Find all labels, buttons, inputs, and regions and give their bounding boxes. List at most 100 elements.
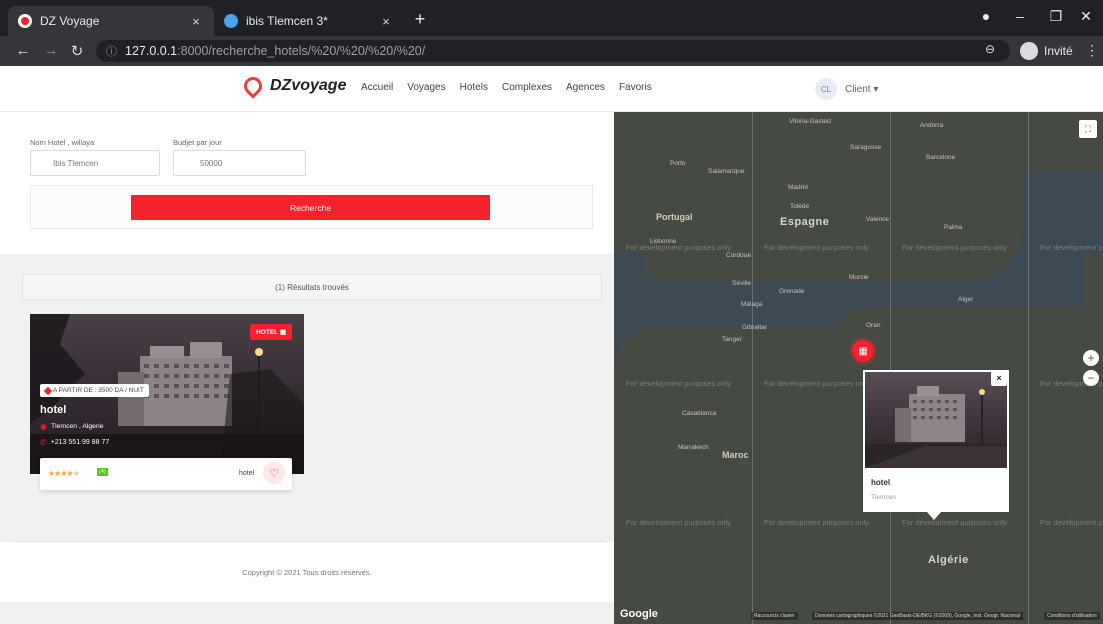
site-viewport: DZvoyage Accueil Voyages Hotels Complexe…: [0, 66, 1103, 624]
results-panel: Nom Hotel , willaya Ibis Tlemcen Budjet …: [0, 112, 614, 624]
map-label: Casablanca: [682, 410, 717, 417]
map-label: Murcie: [849, 274, 869, 281]
menu-item-accueil[interactable]: Accueil: [361, 82, 393, 93]
dev-watermark: For development purposes only: [626, 518, 732, 527]
phone-text: +213 551 99 88 77: [50, 439, 110, 446]
logo-text: DZvoyage: [270, 77, 347, 94]
map-info-window: × hotel Tlemcen: [863, 370, 1009, 512]
search-button-container: Recherche: [30, 185, 593, 229]
map-label: Marrakech: [678, 444, 709, 451]
map-label: Tolède: [790, 203, 810, 210]
search-panel: Nom Hotel , willaya Ibis Tlemcen Budjet …: [0, 112, 614, 254]
address-bar[interactable]: ⓘ 127.0.0.1 :8000/recherche_hotels/%20/%…: [96, 40, 1010, 62]
dev-watermark: For development purposes only: [626, 379, 732, 388]
tab-dz-voyage[interactable]: DZ Voyage ×: [8, 6, 214, 36]
hotel-map-marker[interactable]: ▦: [852, 340, 874, 362]
star-empty-icon: ★: [72, 469, 80, 478]
map-label: Málaga: [741, 301, 763, 308]
map-label: Séville: [732, 280, 752, 287]
hotel-name-input[interactable]: Ibis Tlemcen: [30, 150, 160, 176]
browser-toolbar: ← → ↻ ⓘ 127.0.0.1 :8000/recherche_hotels…: [0, 36, 1103, 66]
tab-close-icon[interactable]: ×: [188, 14, 204, 29]
hotel-title[interactable]: hotel: [40, 404, 66, 416]
map-label: Espagne: [780, 216, 830, 228]
map-label: Salamanque: [708, 168, 745, 175]
new-tab-button[interactable]: +: [410, 9, 430, 30]
menu-item-voyages[interactable]: Voyages: [407, 82, 445, 93]
terms-link[interactable]: Conditions d'utilisation: [1044, 612, 1100, 620]
profile-indicator-icon[interactable]: ●: [976, 8, 996, 24]
popup-title[interactable]: hotel: [871, 478, 890, 487]
url-host: 127.0.0.1: [125, 44, 178, 58]
zoom-icon[interactable]: ⊖: [985, 42, 995, 56]
reload-icon[interactable]: ↻: [68, 42, 86, 60]
price-text: A PARTIR DE : 3500 DA / NUIT: [53, 387, 144, 394]
restore-button[interactable]: ❐: [1046, 8, 1066, 25]
forward-icon[interactable]: →: [42, 42, 60, 59]
map-land-coast: [834, 307, 1103, 367]
window-close-button[interactable]: ✕: [1076, 8, 1096, 25]
popup-hotel-photo: [865, 372, 1007, 468]
tab-title: ibis Tlemcen 3*: [246, 14, 328, 28]
tab-close-icon[interactable]: ×: [378, 14, 394, 29]
hotel-phone: ✆ +213 551 99 88 77: [40, 438, 109, 447]
hotel-card-footer: ★★★★★ (4) hotel ♡: [40, 458, 292, 490]
grid-line: [890, 112, 891, 624]
hotel-badge-text: HOTEL: [256, 329, 279, 336]
map-label: Porto: [670, 160, 686, 167]
map-label: Alger: [958, 296, 974, 303]
dev-watermark: For development purposes only: [764, 379, 870, 388]
price-tag: A PARTIR DE : 3500 DA / NUIT: [40, 384, 149, 397]
map-label: Gibraltar: [742, 324, 767, 331]
rating-stars: ★★★★★: [48, 469, 80, 478]
profile-button[interactable]: Invité: [1020, 40, 1073, 62]
map-view[interactable]: For development purposes only For develo…: [614, 112, 1103, 624]
zoom-out-button[interactable]: −: [1083, 370, 1099, 386]
map-pin-icon: ◉: [40, 422, 47, 431]
search-button[interactable]: Recherche: [131, 195, 490, 220]
map-label: Barcelone: [926, 154, 956, 161]
hotel-card[interactable]: HOTEL ▦ A PARTIR DE : 3500 DA / NUIT hot…: [30, 314, 304, 474]
name-field-label: Nom Hotel , willaya: [30, 138, 95, 147]
back-icon[interactable]: ←: [14, 42, 32, 59]
avatar-icon: [1020, 42, 1038, 60]
popup-photo-drawing: [865, 386, 1007, 468]
dev-watermark: For development purposes only: [1040, 243, 1103, 252]
popup-close-button[interactable]: ×: [991, 370, 1007, 386]
map-land-france: [934, 112, 1103, 172]
map-label: Palma: [944, 224, 963, 231]
grid-line: [1028, 112, 1029, 624]
map-data-attribution[interactable]: Données cartographiques ©2021 GeoBasis-D…: [812, 612, 1023, 620]
menu-item-hotels[interactable]: Hotels: [460, 82, 488, 93]
tab-ibis-tlemcen[interactable]: ibis Tlemcen 3* ×: [214, 6, 404, 36]
rating-badge: (4): [97, 468, 108, 476]
menu-item-agences[interactable]: Agences: [566, 82, 605, 93]
dev-watermark: For development purposes only: [764, 243, 870, 252]
client-menu[interactable]: CL Client ▾: [815, 78, 878, 100]
dev-watermark: For development purposes only: [764, 518, 870, 527]
favorite-heart-icon[interactable]: ♡: [263, 462, 285, 484]
minimize-button[interactable]: –: [1010, 8, 1030, 24]
map-label: Lisbonne: [650, 238, 677, 245]
budget-input[interactable]: 50000: [173, 150, 306, 176]
budget-field-label: Budjet par jour: [173, 138, 222, 147]
logo[interactable]: DZvoyage: [240, 73, 347, 99]
menu-item-complexes[interactable]: Complexes: [502, 82, 552, 93]
google-logo[interactable]: Google: [620, 608, 658, 620]
popup-pointer: [927, 512, 941, 520]
favicon-icon: [18, 14, 32, 28]
menu-item-favoris[interactable]: Favoris: [619, 82, 652, 93]
zoom-in-button[interactable]: +: [1083, 350, 1099, 366]
keyboard-shortcuts-link[interactable]: Raccourcis clavier: [751, 612, 798, 620]
info-icon[interactable]: ⓘ: [106, 43, 117, 59]
main-menu: Accueil Voyages Hotels Complexes Agences…: [361, 82, 652, 93]
profile-label: Invité: [1044, 44, 1073, 58]
dev-watermark: For development purposes only: [902, 243, 1008, 252]
menu-kebab-icon[interactable]: ⋮: [1085, 42, 1099, 59]
site-header: DZvoyage Accueil Voyages Hotels Complexe…: [0, 66, 1103, 112]
map-label: Algérie: [928, 554, 969, 566]
map-land-portugal: [614, 112, 674, 252]
browser-tab-bar: DZ Voyage × ibis Tlemcen 3* × + ● – ❐ ✕: [0, 0, 1103, 36]
location-pin-icon: [240, 73, 266, 99]
fullscreen-icon[interactable]: ⛶: [1079, 120, 1097, 138]
